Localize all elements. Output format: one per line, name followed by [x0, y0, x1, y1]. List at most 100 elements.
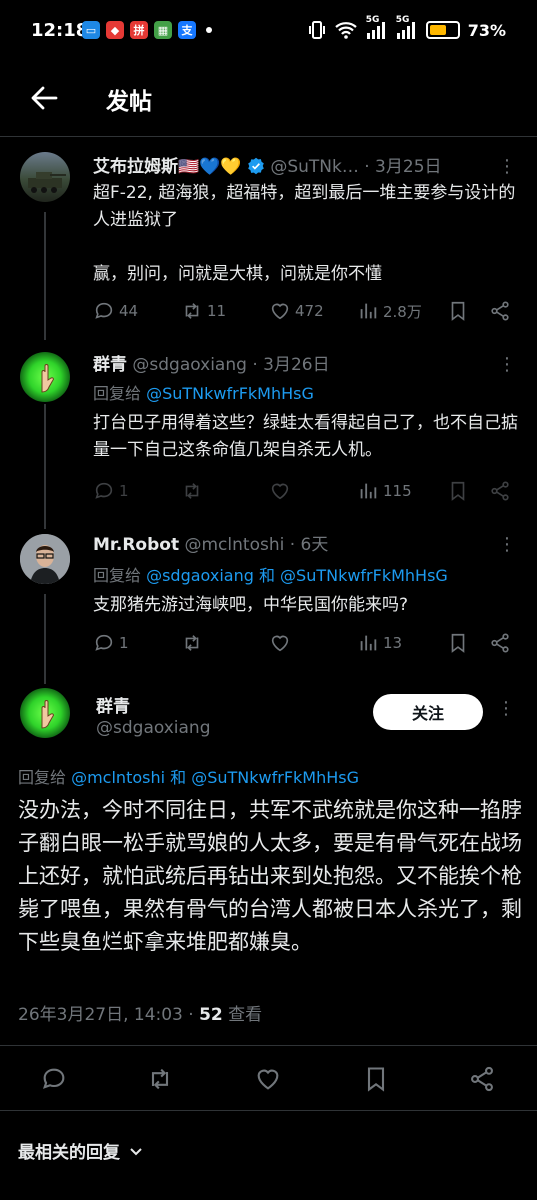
- reply-icon: [95, 302, 113, 319]
- retweet-button[interactable]: [181, 480, 269, 502]
- handle: @SuTNk…: [270, 157, 359, 177]
- like-button[interactable]: [269, 632, 357, 654]
- handle: @mclntoshi: [184, 535, 285, 555]
- reply-context: 回复给 @sdgaoxiang 和 @SuTNkwfrFkMhHsG: [93, 562, 448, 586]
- signal-icon-1: 5G: [366, 15, 388, 39]
- tweet-actions: 1 13: [93, 630, 513, 656]
- bookmark-icon[interactable]: [362, 1065, 390, 1093]
- avatar[interactable]: [20, 152, 70, 202]
- timestamp: · 3月26日: [252, 355, 330, 375]
- tweet-header: 艾布拉姆斯🇺🇸💙💛 @SuTNk… · 3月25日: [93, 152, 442, 177]
- views-button[interactable]: 2.8万: [357, 300, 445, 322]
- like-button[interactable]: 472: [269, 300, 357, 322]
- more-options-icon[interactable]: ⋮: [497, 698, 515, 719]
- more-options-icon[interactable]: ⋮: [498, 354, 516, 375]
- tweet-actions: 44 11 472 2.8万: [93, 298, 513, 324]
- display-name[interactable]: 艾布拉姆斯🇺🇸💙💛: [93, 157, 242, 177]
- follow-button[interactable]: 关注: [373, 694, 483, 730]
- retweet-button[interactable]: [181, 632, 269, 654]
- tweet-text: 超F-22, 超海狼，超福特，超到最后一堆主要参与设计的人进监狱了 赢，别问，问…: [93, 183, 516, 284]
- reply-button[interactable]: 1: [93, 480, 181, 502]
- retweet-icon: [185, 635, 199, 651]
- reply-button[interactable]: 1: [93, 632, 181, 654]
- focused-actions: [0, 1045, 537, 1111]
- avatar[interactable]: [20, 688, 70, 738]
- reply-count: 44: [119, 302, 139, 320]
- retweet-icon: [185, 483, 199, 499]
- avatar[interactable]: [20, 352, 70, 402]
- battery-percent: 73%: [467, 20, 506, 40]
- app-1-icon: ▭: [82, 21, 100, 39]
- signal-icon-2: 5G: [396, 15, 418, 39]
- display-name[interactable]: 群青: [93, 355, 127, 375]
- reply-button[interactable]: 44: [93, 300, 181, 322]
- reply-count: 1: [119, 634, 129, 652]
- reply-sort-dropdown[interactable]: 最相关的回复: [18, 1138, 144, 1163]
- reply-prefix: 回复给: [93, 384, 147, 403]
- retweet-icon: [185, 303, 199, 319]
- share-icon[interactable]: [489, 632, 511, 654]
- view-count: 115: [383, 482, 412, 500]
- share-icon[interactable]: [489, 300, 511, 322]
- display-name[interactable]: 群青: [96, 692, 130, 717]
- retweet-icon[interactable]: [146, 1065, 174, 1093]
- notification-dot-icon: [206, 27, 212, 33]
- heart-icon: [271, 635, 289, 652]
- reply-icon: [95, 634, 113, 651]
- heart-icon: [271, 483, 289, 500]
- reply-context: 回复给 @mclntoshi 和 @SuTNkwfrFkMhHsG: [18, 764, 359, 788]
- reply-count: 1: [119, 482, 129, 500]
- more-options-icon[interactable]: ⋮: [498, 156, 516, 177]
- tweet-datetime: 26年3月27日, 14:03 ·: [18, 1005, 200, 1025]
- bookmark-icon[interactable]: [447, 632, 469, 654]
- handle: @sdgaoxiang: [132, 355, 247, 375]
- share-icon[interactable]: [489, 480, 511, 502]
- retweet-button[interactable]: 11: [181, 300, 269, 322]
- like-count: 472: [295, 302, 324, 320]
- reply-icon: [95, 482, 113, 499]
- reply-target-link[interactable]: @mclntoshi 和 @SuTNkwfrFkMhHsG: [71, 768, 359, 787]
- thread-connector: [44, 212, 46, 340]
- thread-connector: [44, 594, 46, 684]
- status-bar: 12:18 ▭ ◆ 拼 ▦ 支 5G 5G 73%: [0, 0, 537, 62]
- avatar[interactable]: [20, 534, 70, 584]
- display-name[interactable]: Mr.Robot: [93, 535, 179, 555]
- share-icon[interactable]: [468, 1065, 496, 1093]
- verified-badge-icon: [248, 157, 264, 175]
- views-count: 52: [199, 1005, 223, 1025]
- tweet-header: 群青 @sdgaoxiang · 3月26日: [93, 350, 330, 375]
- reply-target-link[interactable]: @SuTNkwfrFkMhHsG: [146, 384, 314, 403]
- bookmark-icon[interactable]: [447, 300, 469, 322]
- timestamp: · 3月25日: [364, 157, 442, 177]
- view-count: 2.8万: [383, 302, 422, 321]
- views-button[interactable]: 115: [357, 480, 445, 502]
- focused-tweet-text: 没办法，今时不同往日，共军不武统就是你这种一掐脖子翻白眼一松手就骂娘的人太多，要…: [18, 798, 522, 954]
- more-options-icon[interactable]: ⋮: [498, 534, 516, 555]
- heart-icon[interactable]: [254, 1065, 282, 1093]
- tweet-meta: 26年3月27日, 14:03 · 52 查看: [18, 1000, 262, 1025]
- views-button[interactable]: 13: [357, 632, 445, 654]
- sort-label: 最相关的回复: [18, 1143, 120, 1163]
- bookmark-icon[interactable]: [447, 480, 469, 502]
- signal-label-1: 5G: [365, 15, 380, 25]
- app-5-icon: 支: [178, 21, 196, 39]
- tweet-text: 打台巴子用得着这些？绿蛙太看得起自己了，也不自己掂量一下自己这条命值几架自杀无人…: [93, 413, 518, 460]
- reply-icon[interactable]: [40, 1065, 68, 1093]
- vibrate-icon: [308, 21, 325, 39]
- system-indicators: 5G 5G 73%: [308, 15, 506, 40]
- timestamp: · 6天: [289, 535, 329, 555]
- views-icon: [360, 483, 377, 499]
- status-app-icons: ▭ ◆ 拼 ▦ 支: [82, 21, 212, 39]
- like-button[interactable]: [269, 480, 357, 502]
- views-label[interactable]: 查看: [223, 1005, 262, 1025]
- app-3-icon: 拼: [130, 21, 148, 39]
- views-icon: [360, 635, 377, 651]
- app-2-icon: ◆: [106, 21, 124, 39]
- chevron-down-icon: [130, 1147, 142, 1155]
- back-arrow-icon[interactable]: [28, 82, 60, 114]
- reply-target-link[interactable]: @sdgaoxiang 和 @SuTNkwfrFkMhHsG: [146, 566, 448, 585]
- page-title: 发帖: [106, 89, 152, 115]
- views-icon: [360, 303, 377, 319]
- view-count: 13: [383, 634, 403, 652]
- tweet-text: 支那猪先游过海峡吧，中华民国你能来吗?: [93, 595, 409, 615]
